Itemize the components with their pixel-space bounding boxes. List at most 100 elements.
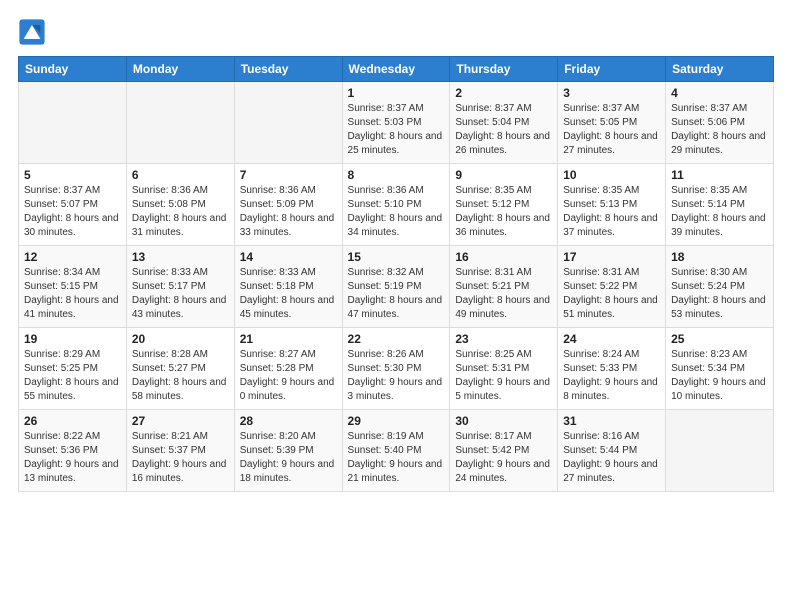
calendar-cell: 15Sunrise: 8:32 AMSunset: 5:19 PMDayligh… [342,246,450,328]
cell-info: Sunrise: 8:37 AMSunset: 5:03 PMDaylight:… [348,102,445,158]
cell-info: Sunrise: 8:36 AMSunset: 5:09 PMDaylight:… [240,184,337,240]
cell-info: Sunrise: 8:29 AMSunset: 5:25 PMDaylight:… [24,348,121,404]
calendar-cell: 7 Sunrise: 8:36 AMSunset: 5:09 PMDaylight… [234,164,342,246]
calendar-cell [234,82,342,164]
calendar-table: SundayMondayTuesdayWednesdayThursdayFrid… [18,56,774,492]
day-number: 7 [240,168,337,182]
day-number: 5 [24,168,121,182]
calendar-cell: 21 Sunrise: 8:27 AMSunset: 5:28 PMDayligh… [234,328,342,410]
cell-info: Sunrise: 8:31 AMSunset: 5:21 PMDaylight:… [455,266,552,322]
weekday-header: Thursday [450,57,558,82]
calendar-cell: 17Sunrise: 8:31 AMSunset: 5:22 PMDayligh… [558,246,666,328]
weekday-header: Saturday [666,57,774,82]
calendar-cell: 10 Sunrise: 8:35 AMSunset: 5:13 PMDayligh… [558,164,666,246]
calendar-cell: 24 Sunrise: 8:24 AMSunset: 5:33 PMDayligh… [558,328,666,410]
cell-info: Sunrise: 8:26 AMSunset: 5:30 PMDaylight:… [348,348,445,404]
cell-info: Sunrise: 8:24 AMSunset: 5:33 PMDaylight:… [563,348,660,404]
calendar-week-row: 5 Sunrise: 8:37 AMSunset: 5:07 PMDaylight… [19,164,774,246]
cell-info: Sunrise: 8:21 AMSunset: 5:37 PMDaylight:… [132,430,229,486]
weekday-header: Wednesday [342,57,450,82]
calendar-cell: 23Sunrise: 8:25 AMSunset: 5:31 PMDayligh… [450,328,558,410]
cell-info: Sunrise: 8:32 AMSunset: 5:19 PMDaylight:… [348,266,445,322]
day-number: 13 [132,250,229,264]
calendar-cell: 27 Sunrise: 8:21 AMSunset: 5:37 PMDayligh… [126,410,234,492]
day-number: 24 [563,332,660,346]
cell-info: Sunrise: 8:35 AMSunset: 5:14 PMDaylight:… [671,184,768,240]
day-number: 28 [240,414,337,428]
calendar-cell: 18 Sunrise: 8:30 AMSunset: 5:24 PMDayligh… [666,246,774,328]
calendar-week-row: 12 Sunrise: 8:34 AMSunset: 5:15 PMDayligh… [19,246,774,328]
calendar-cell: 29 Sunrise: 8:19 AMSunset: 5:40 PMDayligh… [342,410,450,492]
day-number: 3 [563,86,660,100]
day-number: 14 [240,250,337,264]
cell-info: Sunrise: 8:35 AMSunset: 5:12 PMDaylight:… [455,184,552,240]
cell-info: Sunrise: 8:35 AMSunset: 5:13 PMDaylight:… [563,184,660,240]
cell-info: Sunrise: 8:36 AMSunset: 5:08 PMDaylight:… [132,184,229,240]
cell-info: Sunrise: 8:22 AMSunset: 5:36 PMDaylight:… [24,430,121,486]
calendar-cell: 16Sunrise: 8:31 AMSunset: 5:21 PMDayligh… [450,246,558,328]
day-number: 12 [24,250,121,264]
calendar-cell: 28 Sunrise: 8:20 AMSunset: 5:39 PMDayligh… [234,410,342,492]
cell-info: Sunrise: 8:33 AMSunset: 5:18 PMDaylight:… [240,266,337,322]
cell-info: Sunrise: 8:37 AMSunset: 5:06 PMDaylight:… [671,102,768,158]
weekday-header: Friday [558,57,666,82]
cell-info: Sunrise: 8:25 AMSunset: 5:31 PMDaylight:… [455,348,552,404]
header [18,18,774,46]
calendar-cell: 19 Sunrise: 8:29 AMSunset: 5:25 PMDayligh… [19,328,127,410]
cell-info: Sunrise: 8:33 AMSunset: 5:17 PMDaylight:… [132,266,229,322]
logo [18,18,48,46]
day-number: 30 [455,414,552,428]
calendar-cell: 22 Sunrise: 8:26 AMSunset: 5:30 PMDayligh… [342,328,450,410]
day-number: 20 [132,332,229,346]
day-number: 27 [132,414,229,428]
calendar-cell: 20 Sunrise: 8:28 AMSunset: 5:27 PMDayligh… [126,328,234,410]
weekday-header: Monday [126,57,234,82]
calendar-cell: 2Sunrise: 8:37 AMSunset: 5:04 PMDaylight… [450,82,558,164]
day-number: 31 [563,414,660,428]
calendar-cell: 14 Sunrise: 8:33 AMSunset: 5:18 PMDayligh… [234,246,342,328]
calendar-week-row: 1 Sunrise: 8:37 AMSunset: 5:03 PMDaylight… [19,82,774,164]
cell-info: Sunrise: 8:20 AMSunset: 5:39 PMDaylight:… [240,430,337,486]
cell-info: Sunrise: 8:37 AMSunset: 5:04 PMDaylight:… [455,102,552,158]
weekday-header: Sunday [19,57,127,82]
cell-info: Sunrise: 8:23 AMSunset: 5:34 PMDaylight:… [671,348,768,404]
cell-info: Sunrise: 8:27 AMSunset: 5:28 PMDaylight:… [240,348,337,404]
cell-info: Sunrise: 8:36 AMSunset: 5:10 PMDaylight:… [348,184,445,240]
day-number: 11 [671,168,768,182]
cell-info: Sunrise: 8:28 AMSunset: 5:27 PMDaylight:… [132,348,229,404]
calendar-week-row: 26Sunrise: 8:22 AMSunset: 5:36 PMDayligh… [19,410,774,492]
cell-info: Sunrise: 8:19 AMSunset: 5:40 PMDaylight:… [348,430,445,486]
calendar-cell: 8Sunrise: 8:36 AMSunset: 5:10 PMDaylight… [342,164,450,246]
day-number: 21 [240,332,337,346]
calendar-cell: 25 Sunrise: 8:23 AMSunset: 5:34 PMDayligh… [666,328,774,410]
cell-info: Sunrise: 8:17 AMSunset: 5:42 PMDaylight:… [455,430,552,486]
day-number: 18 [671,250,768,264]
day-number: 22 [348,332,445,346]
cell-info: Sunrise: 8:16 AMSunset: 5:44 PMDaylight:… [563,430,660,486]
day-number: 25 [671,332,768,346]
cell-info: Sunrise: 8:30 AMSunset: 5:24 PMDaylight:… [671,266,768,322]
day-number: 1 [348,86,445,100]
day-number: 10 [563,168,660,182]
calendar-cell: 31 Sunrise: 8:16 AMSunset: 5:44 PMDayligh… [558,410,666,492]
logo-icon [18,18,46,46]
page: SundayMondayTuesdayWednesdayThursdayFrid… [0,0,792,612]
calendar-cell: 3Sunrise: 8:37 AMSunset: 5:05 PMDaylight… [558,82,666,164]
calendar-cell: 26Sunrise: 8:22 AMSunset: 5:36 PMDayligh… [19,410,127,492]
day-number: 19 [24,332,121,346]
calendar-cell: 4Sunrise: 8:37 AMSunset: 5:06 PMDaylight… [666,82,774,164]
calendar-cell [666,410,774,492]
calendar-cell: 11 Sunrise: 8:35 AMSunset: 5:14 PMDayligh… [666,164,774,246]
calendar-header-row: SundayMondayTuesdayWednesdayThursdayFrid… [19,57,774,82]
calendar-cell [19,82,127,164]
day-number: 29 [348,414,445,428]
cell-info: Sunrise: 8:31 AMSunset: 5:22 PMDaylight:… [563,266,660,322]
cell-info: Sunrise: 8:37 AMSunset: 5:07 PMDaylight:… [24,184,121,240]
calendar-cell: 13 Sunrise: 8:33 AMSunset: 5:17 PMDayligh… [126,246,234,328]
weekday-header: Tuesday [234,57,342,82]
calendar-cell: 1 Sunrise: 8:37 AMSunset: 5:03 PMDaylight… [342,82,450,164]
calendar-cell [126,82,234,164]
calendar-cell: 5 Sunrise: 8:37 AMSunset: 5:07 PMDaylight… [19,164,127,246]
cell-info: Sunrise: 8:34 AMSunset: 5:15 PMDaylight:… [24,266,121,322]
day-number: 9 [455,168,552,182]
